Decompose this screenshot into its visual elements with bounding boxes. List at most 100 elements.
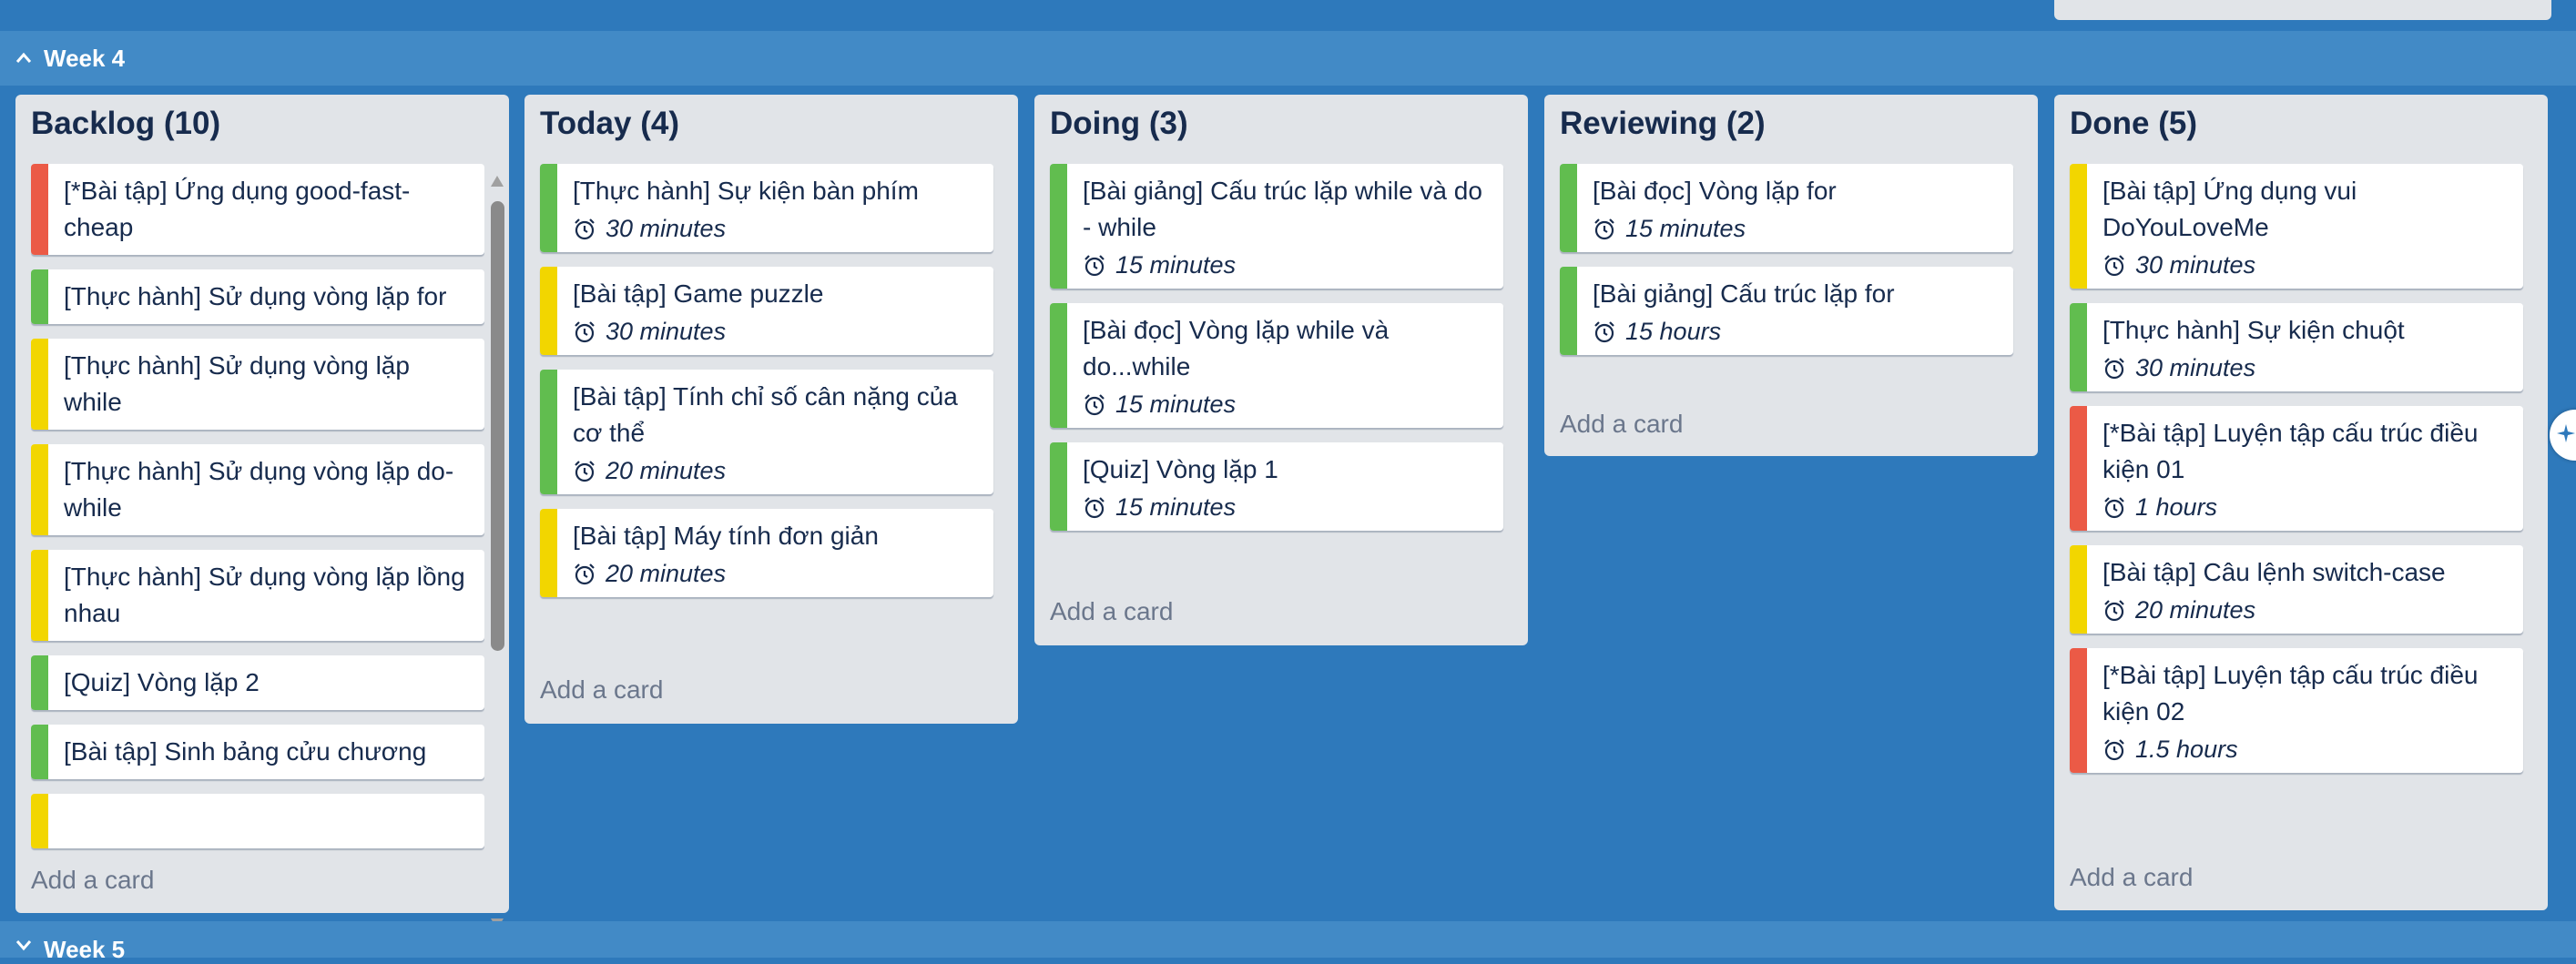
duration-text: 30 minutes [2135, 251, 2256, 279]
card[interactable]: [Bài tập] Sinh bảng cửu chương [31, 725, 484, 779]
alarm-clock-icon [1084, 254, 1105, 276]
card[interactable]: [Bài đọc] Vòng lặp for 15 minutes [1560, 164, 2013, 252]
backlog-cards-scroll[interactable]: [*Bài tập] Ứng dụng good-fast-cheap [Thực… [31, 164, 484, 939]
card-title: [Bài tập] Câu lệnh switch-case [2103, 558, 2446, 586]
duration-text: 1.5 hours [2135, 736, 2238, 763]
card-duration: 20 minutes [573, 457, 979, 485]
card-title: [Thực hành] Sự kiện chuột [2103, 316, 2405, 344]
alarm-clock-icon [2104, 599, 2124, 621]
card[interactable]: [Bài tập] Câu lệnh switch-case 20 minutes [2070, 545, 2523, 634]
card[interactable]: [Bài giảng] Cấu trúc lặp while và do - w… [1050, 164, 1503, 289]
card-title: [Thực hành] Sử dụng vòng lặp while [64, 351, 410, 416]
week-title: Week 5 [44, 936, 126, 963]
chevron-down-icon[interactable] [15, 936, 33, 954]
list-title: Doing (3) [1050, 106, 1188, 141]
card[interactable]: [Quiz] Vòng lặp 1 15 minutes [1050, 442, 1503, 531]
list-reviewing: Reviewing (2) [Bài đọc] Vòng lặp for 15 m… [1544, 95, 2038, 456]
label-stripe [31, 269, 48, 324]
sparkle-icon [2557, 424, 2575, 442]
card-duration: 15 minutes [1083, 493, 1489, 522]
alarm-clock-icon [575, 218, 595, 239]
label-stripe [31, 794, 48, 848]
list-doing: Doing (3) [Bài giảng] Cấu trúc lặp while… [1034, 95, 1528, 645]
card[interactable]: [*Bài tập] Luyện tập cấu trúc điều kiện … [2070, 406, 2523, 531]
card-duration: 20 minutes [573, 560, 979, 588]
label-stripe [2070, 164, 2087, 289]
card[interactable]: [Bài tập] Game puzzle 30 minutes [540, 267, 993, 355]
label-stripe [2070, 648, 2087, 773]
list-title: Done (5) [2070, 106, 2197, 141]
card[interactable]: [Quiz] Vòng lặp 2 [31, 655, 484, 710]
label-stripe [31, 725, 48, 779]
list-title: Today (4) [540, 106, 679, 141]
card-title: [Bài đọc] Vòng lặp while và do...while [1083, 316, 1390, 381]
card[interactable]: [Bài đọc] Vòng lặp while và do...while 15… [1050, 303, 1503, 428]
alarm-clock-icon [1594, 218, 1614, 239]
card[interactable]: [*Bài tập] Ứng dụng good-fast-cheap [31, 164, 484, 255]
label-stripe [31, 339, 48, 430]
card-title: [Thực hành] Sự kiện bàn phím [573, 177, 919, 205]
card-title: [Thực hành] Sử dụng vòng lặp lồng nhau [64, 563, 465, 627]
label-stripe [31, 550, 48, 641]
card[interactable]: [*Bài tập] Luyện tập cấu trúc điều kiện … [2070, 648, 2523, 773]
label-stripe [1560, 164, 1577, 252]
label-stripe [1050, 164, 1067, 289]
add-card-button[interactable]: Add a card [1560, 410, 1683, 439]
card-title: [Thực hành] Sử dụng vòng lặp for [64, 282, 447, 310]
add-card-button[interactable]: Add a card [2070, 863, 2193, 892]
card[interactable]: [Thực hành] Sử dụng vòng lặp do-while [31, 444, 484, 535]
list-title: Reviewing (2) [1560, 106, 1766, 141]
add-card-button[interactable]: Add a card [31, 866, 154, 895]
alarm-clock-icon [575, 460, 595, 482]
card[interactable]: [Bài tập] Máy tính đơn giản 20 minutes [540, 509, 993, 597]
card[interactable] [31, 794, 484, 848]
week-5-header[interactable]: Week 5 [0, 921, 2576, 963]
floating-sparkle-button[interactable] [2550, 410, 2576, 461]
card[interactable]: [Thực hành] Sử dụng vòng lặp for [31, 269, 484, 324]
scrollbar-thumb[interactable] [491, 201, 504, 651]
label-stripe [31, 164, 48, 255]
card-duration: 15 minutes [1593, 215, 1999, 243]
alarm-clock-icon [1084, 496, 1105, 518]
list-today: Today (4) [Thực hành] Sự kiện bàn phím 30… [524, 95, 1018, 724]
label-stripe [2070, 545, 2087, 634]
card[interactable]: [Thực hành] Sử dụng vòng lặp lồng nhau [31, 550, 484, 641]
week-4-header[interactable]: Week 4 [0, 31, 2576, 86]
card-title: [*Bài tập] Luyện tập cấu trúc điều kiện … [2103, 419, 2479, 483]
duration-text: 15 minutes [1115, 251, 1237, 279]
add-card-button[interactable]: Add a card [540, 675, 663, 705]
card-title: [Bài tập] Máy tính đơn giản [573, 522, 879, 550]
duration-text: 1 hours [2135, 493, 2218, 521]
duration-text: 20 minutes [606, 560, 727, 587]
add-card-button[interactable]: Add a card [1050, 597, 1173, 626]
alarm-clock-icon [575, 320, 595, 342]
duration-text: 15 minutes [1625, 215, 1746, 242]
card[interactable]: [Thực hành] Sự kiện chuột 30 minutes [2070, 303, 2523, 391]
label-stripe [540, 164, 557, 252]
card[interactable]: [Bài giảng] Cấu trúc lặp for 15 hours [1560, 267, 2013, 355]
card-title: [Bài giảng] Cấu trúc lặp while và do - w… [1083, 177, 1482, 241]
duration-text: 15 minutes [1115, 493, 1237, 521]
card[interactable]: [Bài tập] Tính chỉ số cân nặng của cơ th… [540, 370, 993, 494]
list-title: Backlog (10) [31, 106, 221, 141]
label-stripe [31, 444, 48, 535]
card[interactable]: [Bài tập] Ứng dụng vui DoYouLoveMe 30 min… [2070, 164, 2523, 289]
backlog-scrollbar[interactable] [488, 169, 506, 939]
card-duration: 15 minutes [1083, 251, 1489, 279]
list-backlog: Backlog (10) [*Bài tập] Ứng dụng good-fa… [15, 95, 509, 929]
card[interactable]: [Thực hành] Sử dụng vòng lặp while [31, 339, 484, 430]
card-duration: 20 minutes [2103, 596, 2509, 624]
duration-text: 30 minutes [606, 318, 727, 345]
label-stripe [1050, 303, 1067, 428]
card-duration: 30 minutes [2103, 354, 2509, 382]
card-title: [Bài giảng] Cấu trúc lặp for [1593, 279, 1895, 308]
card-duration: 15 minutes [1083, 391, 1489, 419]
label-stripe [540, 370, 557, 494]
label-stripe [1560, 267, 1577, 355]
alarm-clock-icon [2104, 357, 2124, 379]
label-stripe [2070, 406, 2087, 531]
scroll-up-icon[interactable] [490, 175, 504, 188]
card-title: [Bài tập] Sinh bảng cửu chương [64, 737, 427, 766]
card[interactable]: [Thực hành] Sự kiện bàn phím 30 minutes [540, 164, 993, 252]
chevron-up-icon[interactable] [15, 49, 33, 67]
